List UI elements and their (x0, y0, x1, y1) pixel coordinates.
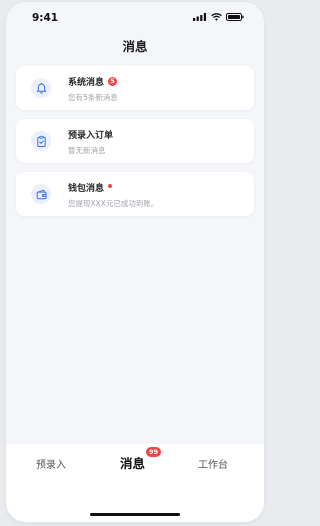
message-title-text: 系统消息 (68, 78, 105, 88)
unread-dot-badge (108, 183, 113, 188)
bottom-tab-bar: 预录入 消息 99 工作台 (6, 444, 264, 522)
message-subtitle: 您提现XXX元已成功到账。 (68, 199, 159, 208)
message-list: 系统消息 5 您有5条新消息 预录入订单 暂无新消息 钱包消息 您提现XXX元已… (16, 66, 254, 225)
page-title: 消息 (122, 39, 148, 54)
message-item-system[interactable]: 系统消息 5 您有5条新消息 (16, 66, 254, 110)
message-title-text: 钱包消息 (68, 184, 105, 194)
home-indicator (90, 513, 180, 516)
tab-messages-badge: 99 (146, 447, 162, 457)
tab-workbench[interactable]: 工作台 (198, 456, 228, 471)
wifi-icon (211, 13, 222, 21)
tab-pre-entry[interactable]: 预录入 (36, 456, 66, 471)
message-subtitle: 暂无新消息 (68, 146, 106, 155)
message-title-text: 预录入订单 (68, 131, 114, 141)
phone-screen: 9:41 消息 系统消息 5 您有5条新消息 预录入订单 暂无新消息 钱包消息 … (6, 2, 264, 522)
clipboard-check-icon (31, 131, 51, 151)
wallet-icon (31, 184, 51, 204)
status-bar: 9:41 (6, 2, 264, 32)
message-title: 钱包消息 (68, 181, 113, 194)
bell-icon (31, 78, 51, 98)
unread-count-badge: 5 (108, 77, 118, 86)
message-subtitle: 您有5条新消息 (68, 93, 118, 102)
status-icons (193, 13, 244, 21)
message-title: 系统消息 5 (68, 75, 118, 88)
signal-icon (193, 13, 206, 21)
tab-messages[interactable]: 消息 (120, 453, 145, 472)
message-item-wallet[interactable]: 钱包消息 您提现XXX元已成功到账。 (16, 172, 254, 216)
message-title: 预录入订单 (68, 128, 113, 141)
status-time: 9:41 (32, 12, 59, 24)
message-item-pre-entry-order[interactable]: 预录入订单 暂无新消息 (16, 119, 254, 163)
battery-icon (226, 13, 244, 21)
